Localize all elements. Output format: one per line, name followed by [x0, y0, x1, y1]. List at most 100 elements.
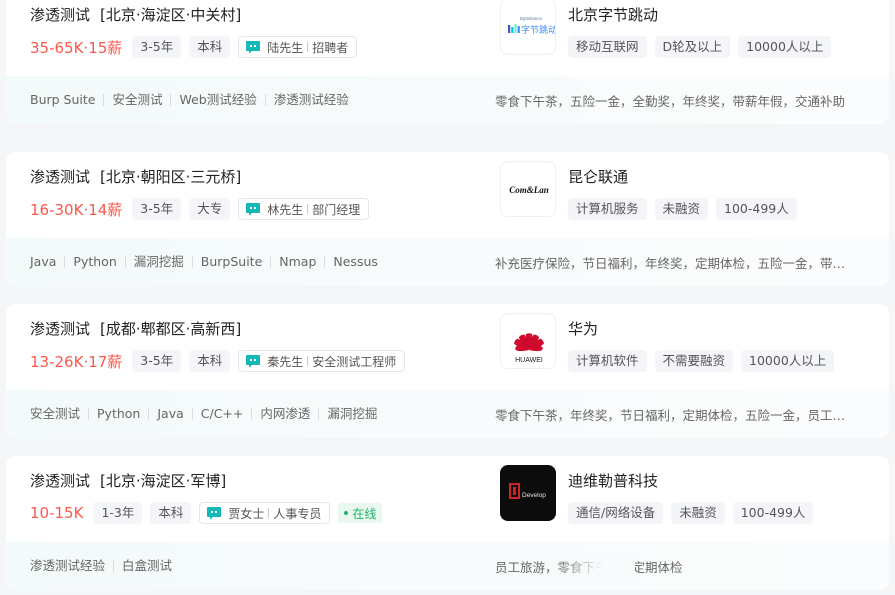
- job-title[interactable]: 渗透测试: [30, 168, 90, 186]
- salary: 10-15K: [30, 504, 84, 522]
- company-size: 10000人以上: [738, 36, 832, 58]
- skill-tag: Python: [88, 407, 148, 420]
- company-industry: 计算机服务: [568, 198, 647, 220]
- job-info-row: 13-26K·17薪 3-5年 本科 秦先生 安全测试工程师: [30, 350, 413, 372]
- skill-tags: Java Python 漏洞挖掘 BurpSuite Nmap Nessus: [30, 238, 386, 286]
- chat-icon: [246, 355, 261, 368]
- svg-text:ByteDance: ByteDance: [520, 16, 543, 21]
- skill-tag: Java: [30, 254, 57, 269]
- job-card[interactable]: 渗透测试 [北京·海淀区·中关村] 35-65K·15薪 3-5年 本科 陆先生招…: [6, 0, 889, 124]
- salary: 35-65K·15薪: [30, 38, 123, 57]
- online-dot-icon: [344, 511, 349, 515]
- company-logo[interactable]: Develop: [500, 465, 556, 521]
- job-info-row: 10-15K 1-3年 本科 贾女士 人事专员 在线: [30, 502, 383, 524]
- huawei-logo: HUAWEI: [514, 333, 544, 364]
- company-name[interactable]: 北京字节跳动: [568, 4, 658, 25]
- job-area: [北京·海淀区·中关村]: [100, 6, 242, 24]
- recruiter-badge[interactable]: 秦先生 安全测试工程师: [238, 350, 406, 372]
- recruiter-name: 贾女士: [228, 506, 265, 521]
- company-name[interactable]: 昆仑联通: [568, 166, 628, 187]
- skill-tag: C/C++: [191, 407, 252, 420]
- skill-tag: 内网渗透: [251, 407, 318, 420]
- experience-tag: 1-3年: [93, 502, 143, 524]
- experience-tag: 3-5年: [132, 36, 182, 58]
- job-title[interactable]: 渗透测试: [30, 6, 90, 24]
- recruiter-name: 林先生: [267, 202, 304, 217]
- company-stage: 未融资: [671, 502, 725, 524]
- company-size: 100-499人: [716, 198, 797, 220]
- company-stage: 不需要融资: [654, 350, 734, 372]
- skill-tag: BurpSuite: [191, 255, 271, 268]
- recruiter-name: 秦先生: [267, 354, 304, 369]
- company-name[interactable]: 迪维勒普科技: [568, 470, 658, 491]
- recruiter-role: 招聘者: [312, 40, 349, 55]
- recruiter-role: 人事专员: [273, 506, 322, 521]
- skill-tag: 安全测试: [30, 406, 81, 421]
- skill-tag: Web测试经验: [170, 93, 264, 106]
- company-tags: 计算机软件 不需要融资 10000人以上: [568, 350, 842, 372]
- job-title-line[interactable]: 渗透测试 [成都·郫都区·高新西]: [30, 318, 241, 339]
- svg-text:字节跳动: 字节跳动: [521, 24, 556, 36]
- skill-tag: 白盒测试: [113, 559, 180, 572]
- company-industry: 计算机软件: [568, 350, 647, 372]
- company-logo[interactable]: Com&Lan: [500, 161, 556, 217]
- welfare-text: 零食下午茶，五险一金，全勤奖，年终奖，带薪年假，交通补助: [495, 93, 846, 109]
- chat-icon: [207, 507, 222, 520]
- job-title-line[interactable]: 渗透测试 [北京·海淀区·军博]: [30, 470, 226, 491]
- job-card-footer: Java Python 漏洞挖掘 BurpSuite Nmap Nessus 补…: [6, 238, 889, 286]
- experience-tag: 3-5年: [132, 350, 182, 372]
- recruiter-name: 陆先生: [267, 40, 304, 55]
- skill-tags: Burp Suite 安全测试 Web测试经验 渗透测试经验: [30, 76, 357, 124]
- company-industry: 移动互联网: [568, 36, 647, 58]
- welfare-text: 员工旅游，零食下午茶，定期体检: [495, 542, 775, 590]
- skill-tag: 漏洞挖掘: [318, 407, 385, 420]
- degree-tag: 大专: [189, 198, 231, 220]
- job-card-footer: Burp Suite 安全测试 Web测试经验 渗透测试经验 零食下午茶，五险一…: [6, 76, 889, 124]
- job-title-line[interactable]: 渗透测试 [北京·海淀区·中关村]: [30, 4, 241, 25]
- skill-tag: 安全测试: [103, 93, 170, 106]
- company-stage: D轮及以上: [654, 36, 731, 58]
- job-area: [北京·朝阳区·三元桥]: [100, 168, 242, 186]
- skill-tags: 安全测试 Python Java C/C++ 内网渗透 漏洞挖掘: [30, 390, 385, 438]
- degree-tag: 本科: [189, 350, 231, 372]
- skill-tags: 渗透测试经验 白盒测试: [30, 542, 180, 590]
- job-card[interactable]: 渗透测试 [北京·朝阳区·三元桥] 16-30K·14薪 3-5年 大专 林先生部…: [6, 152, 889, 286]
- welfare-text: 零食下午茶，年终奖，节日福利，定期体检，五险一金，员工旅游: [495, 407, 855, 423]
- job-card[interactable]: 渗透测试 [成都·郫都区·高新西] 13-26K·17薪 3-5年 本科 秦先生安…: [6, 304, 889, 438]
- svg-text:HUAWEI: HUAWEI: [515, 357, 543, 364]
- job-area: [北京·海淀区·军博]: [100, 472, 227, 490]
- company-size: 10000人以上: [741, 350, 835, 372]
- job-info-row: 35-65K·15薪 3-5年 本科 陆先生 招聘者: [30, 36, 365, 58]
- skill-tag: 渗透测试经验: [264, 93, 357, 106]
- skill-tag: 渗透测试经验: [30, 558, 106, 573]
- salary: 13-26K·17薪: [30, 352, 123, 371]
- job-card[interactable]: 渗透测试 [北京·海淀区·军博] 10-15K 1-3年 本科 贾女士 人事专员 在…: [6, 456, 889, 590]
- experience-tag: 3-5年: [132, 198, 182, 220]
- recruiter-badge[interactable]: 陆先生 招聘者: [238, 36, 358, 58]
- company-logo[interactable]: HUAWEI: [500, 313, 556, 369]
- company-name[interactable]: 华为: [568, 318, 598, 339]
- job-title[interactable]: 渗透测试: [30, 320, 90, 338]
- job-title[interactable]: 渗透测试: [30, 472, 90, 490]
- degree-tag: 本科: [150, 502, 192, 524]
- svg-text:Com&Lan: Com&Lan: [509, 185, 549, 195]
- bytedance-logo: ByteDance 字节跳动: [508, 16, 556, 36]
- company-industry: 通信/网络设备: [568, 502, 664, 524]
- company-tags: 移动互联网 D轮及以上 10000人以上: [568, 36, 839, 58]
- job-title-line[interactable]: 渗透测试 [北京·朝阳区·三元桥]: [30, 166, 241, 187]
- develop-logo: Develop: [500, 465, 556, 521]
- svg-text:Develop: Develop: [522, 492, 546, 499]
- recruiter-badge[interactable]: 贾女士 人事专员: [199, 502, 331, 524]
- company-size: 100-499人: [732, 502, 814, 524]
- salary: 16-30K·14薪: [30, 200, 123, 219]
- skill-tag: Java: [148, 407, 191, 420]
- chat-icon: [246, 203, 261, 216]
- recruiter-badge[interactable]: 林先生 部门经理: [238, 198, 370, 220]
- company-logo[interactable]: ByteDance 字节跳动: [500, 0, 556, 55]
- skill-tag: Burp Suite: [30, 92, 96, 107]
- job-area: [成都·郫都区·高新西]: [100, 320, 242, 338]
- welfare-text: 补充医疗保险，节日福利，年终奖，定期体检，五险一金，带薪年假: [495, 255, 855, 271]
- company-stage: 未融资: [654, 198, 709, 220]
- company-tags: 通信/网络设备 未融资 100-499人: [568, 502, 821, 524]
- comlan-logo: Com&Lan: [509, 185, 549, 195]
